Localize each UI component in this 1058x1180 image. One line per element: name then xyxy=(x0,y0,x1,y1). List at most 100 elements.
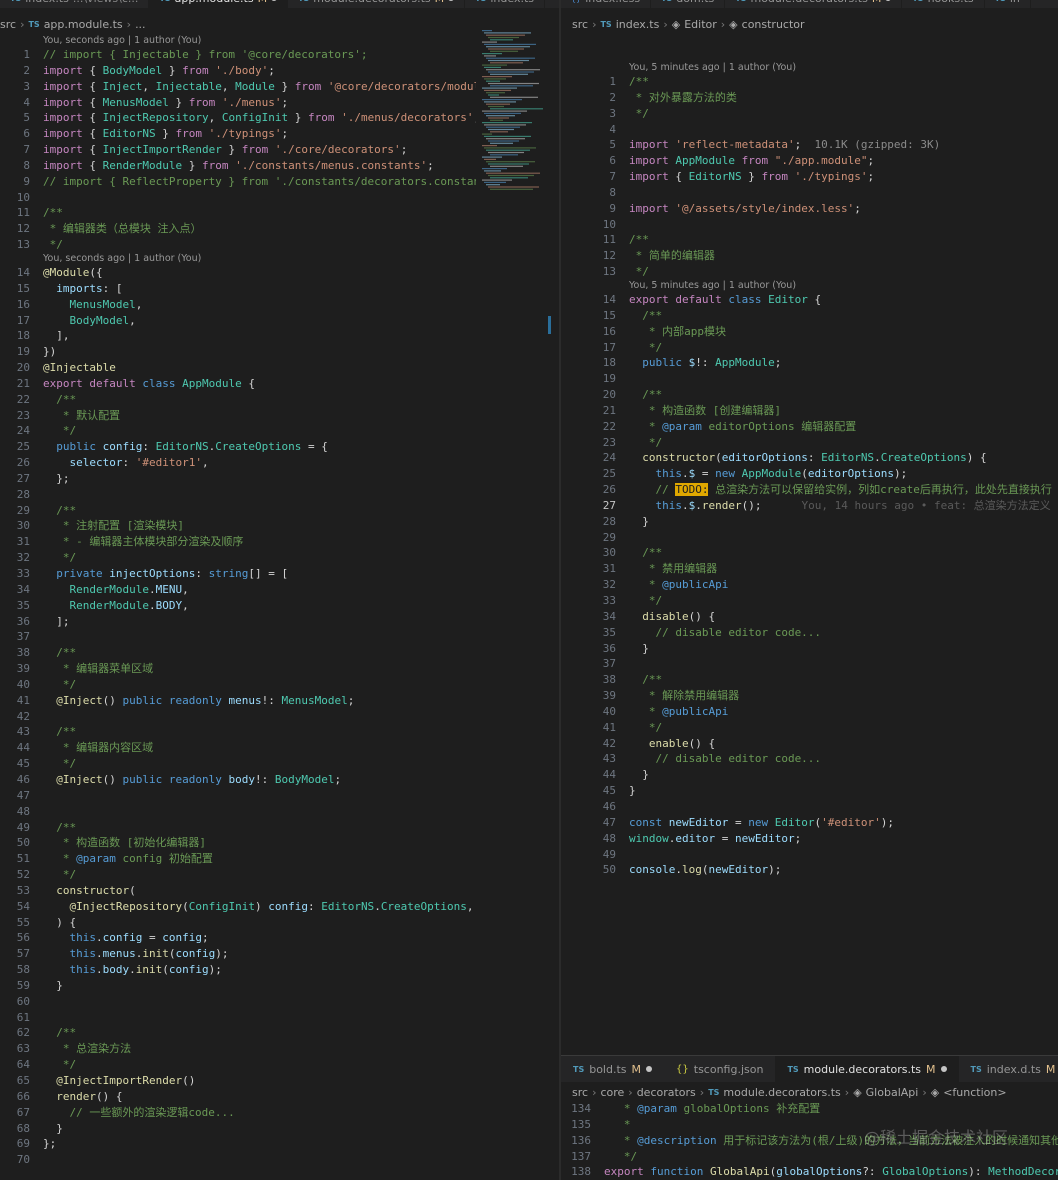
left-code-line: 40 */ xyxy=(0,677,476,693)
right-code-line: 26 // TODO: 总渲染方法可以保留给实例，列如create后再执行，此处… xyxy=(586,482,1058,498)
line-number: 46 xyxy=(16,772,30,786)
code-text: */ xyxy=(43,868,77,882)
code-text: window.editor = newEditor; xyxy=(629,831,802,845)
right-breadcrumb-item[interactable]: constructor xyxy=(742,18,805,31)
left-tab-bar: TS index.ts ...\views\c... TS app.module.ts M… xyxy=(0,0,559,8)
bottom-tab-3[interactable]: TS index.d.ts M xyxy=(959,1056,1058,1082)
breadcrumb-chevron-icon: › xyxy=(126,17,132,31)
line-number: 50 xyxy=(16,836,30,850)
left-code-editor[interactable]: You, seconds ago | 1 author (You) 1// imp… xyxy=(0,35,476,1180)
code-text: */ xyxy=(629,265,649,279)
left-tab-0[interactable]: TS index.ts ...\views\c... xyxy=(0,0,150,8)
left-breadcrumb-item[interactable]: app.module.ts xyxy=(44,18,123,31)
right-tab-0[interactable]: {} index.less xyxy=(561,0,652,8)
line-number: 7 xyxy=(609,170,616,184)
code-text: * xyxy=(604,1117,631,1131)
left-tab-3[interactable]: TS index.ts xyxy=(465,0,545,8)
bottom-breadcrumb-item[interactable]: <function> xyxy=(943,1086,1006,1099)
left-code-line: 44 * 编辑器内容区域 xyxy=(0,740,476,756)
line-number: 25 xyxy=(602,467,616,481)
left-scrollbar-marker[interactable] xyxy=(548,316,551,334)
right-breadcrumb-item[interactable]: index.ts xyxy=(616,18,660,31)
right-tab-2[interactable]: TS module.decorators.ts M xyxy=(725,0,903,8)
left-code-line: 1 // import { Injectable } from '@core/de… xyxy=(0,47,476,63)
left-breadcrumb-item[interactable]: src xyxy=(0,18,16,31)
right-tab-label: index.less xyxy=(585,0,640,5)
line-number: 27 xyxy=(16,471,30,485)
right-tab-3[interactable]: TS hooks.ts xyxy=(902,0,985,8)
code-text: /** xyxy=(43,646,77,660)
right-code-line: 50 console.log(newEditor); xyxy=(586,862,1058,878)
line-number: 70 xyxy=(16,1153,30,1167)
left-code-line: 27 }; xyxy=(0,471,476,487)
line-number: 137 xyxy=(571,1149,591,1163)
bottom-breadcrumb-item[interactable]: decorators xyxy=(637,1086,696,1099)
right-tab-bar: {} index.less TS dom.ts TS module.decorators.… xyxy=(561,0,1058,8)
line-number: 54 xyxy=(16,899,30,913)
left-breadcrumb-item[interactable]: ... xyxy=(135,18,146,31)
left-code-line: 17 BodyModel, xyxy=(0,313,476,329)
right-breadcrumb-item[interactable]: Editor xyxy=(684,18,717,31)
left-codelens-blame[interactable]: You, seconds ago | 1 author (You) xyxy=(0,253,476,265)
line-number: 23 xyxy=(602,435,616,449)
left-code-line: 58 this.body.init(config); xyxy=(0,962,476,978)
code-text: disable() { xyxy=(642,609,716,623)
line-number: 49 xyxy=(16,820,30,834)
line-number: 18 xyxy=(602,356,616,370)
right-tab-1[interactable]: TS dom.ts xyxy=(651,0,726,8)
code-text: } xyxy=(629,784,636,798)
code-text: import { MenusModel } from './menus'; xyxy=(43,95,289,109)
right-codelens-blame[interactable]: You, 5 minutes ago | 1 author (You) xyxy=(586,280,1058,292)
line-number: 44 xyxy=(602,768,616,782)
breadcrumb-chevron-icon: › xyxy=(20,17,25,31)
right-tab-label: hooks.ts xyxy=(928,0,974,5)
right-code-line: 37 xyxy=(586,656,1058,672)
right-code-line: 8 xyxy=(586,185,1058,201)
bottom-tab-1[interactable]: {} tsconfig.json xyxy=(664,1056,775,1082)
bottom-breadcrumb-item[interactable]: GlobalApi xyxy=(866,1086,919,1099)
left-codelens-blame[interactable]: You, seconds ago | 1 author (You) xyxy=(0,35,476,47)
left-code-line: 32 */ xyxy=(0,550,476,566)
right-tab-4[interactable]: TS in xyxy=(985,0,1031,8)
right-code-line: 35 // disable editor code... xyxy=(586,625,1058,641)
line-number: 17 xyxy=(602,340,616,354)
code-text: */ xyxy=(43,551,77,565)
right-code-line: 24 constructor(editorOptions: EditorNS.C… xyxy=(586,450,1058,466)
left-code-line: 2 import { BodyModel } from './body'; xyxy=(0,63,476,79)
editor-split-divider[interactable] xyxy=(559,0,561,1180)
line-number: 65 xyxy=(16,1074,30,1087)
code-text: /** xyxy=(43,503,77,517)
bottom-code-line: 137 */ xyxy=(561,1149,1058,1165)
line-number: 30 xyxy=(602,546,616,560)
right-codelens-blame[interactable]: You, 5 minutes ago | 1 author (You) xyxy=(586,62,1058,74)
code-text: import { EditorNS } from './typings'; xyxy=(43,127,289,141)
json-file-icon: {} xyxy=(676,1063,689,1075)
left-minimap[interactable] xyxy=(478,30,558,200)
line-number: 2 xyxy=(23,63,30,77)
line-number: 37 xyxy=(602,657,616,671)
right-code-line: 11 /** xyxy=(586,232,1058,248)
bottom-breadcrumb-item[interactable]: module.decorators.ts xyxy=(723,1086,840,1099)
bottom-tab-2[interactable]: TS module.decorators.ts M xyxy=(775,1056,959,1082)
left-code-line: 18 ], xyxy=(0,328,476,344)
right-code-line: 41 */ xyxy=(586,720,1058,736)
bottom-breadcrumb-item[interactable]: core xyxy=(600,1086,624,1099)
line-number: 14 xyxy=(602,292,616,306)
right-code-editor[interactable]: You, 5 minutes ago | 1 author (You) 1/** 2… xyxy=(586,62,1058,1052)
code-text: import { EditorNS } from './typings'; xyxy=(629,170,875,184)
left-tab-2[interactable]: TS module.decorators.ts M xyxy=(288,0,466,8)
line-number: 67 xyxy=(16,1105,30,1119)
bottom-tab-0[interactable]: TS bold.ts M xyxy=(561,1056,664,1082)
left-tab-1[interactable]: TS app.module.ts M xyxy=(149,0,289,8)
code-text: /** xyxy=(629,308,663,322)
left-tab-modified-badge: M xyxy=(435,0,445,5)
left-code-line: 62 /** xyxy=(0,1025,476,1041)
right-code-line: 7 import { EditorNS } from './typings'; xyxy=(586,169,1058,185)
code-text: this.config = config; xyxy=(69,931,209,945)
code-text: render() { xyxy=(56,1089,123,1103)
code-text: /** xyxy=(43,820,77,834)
code-text: */ xyxy=(43,757,77,771)
right-breadcrumb-item[interactable]: src xyxy=(572,18,588,31)
bottom-breadcrumb-item[interactable]: src xyxy=(572,1086,588,1099)
